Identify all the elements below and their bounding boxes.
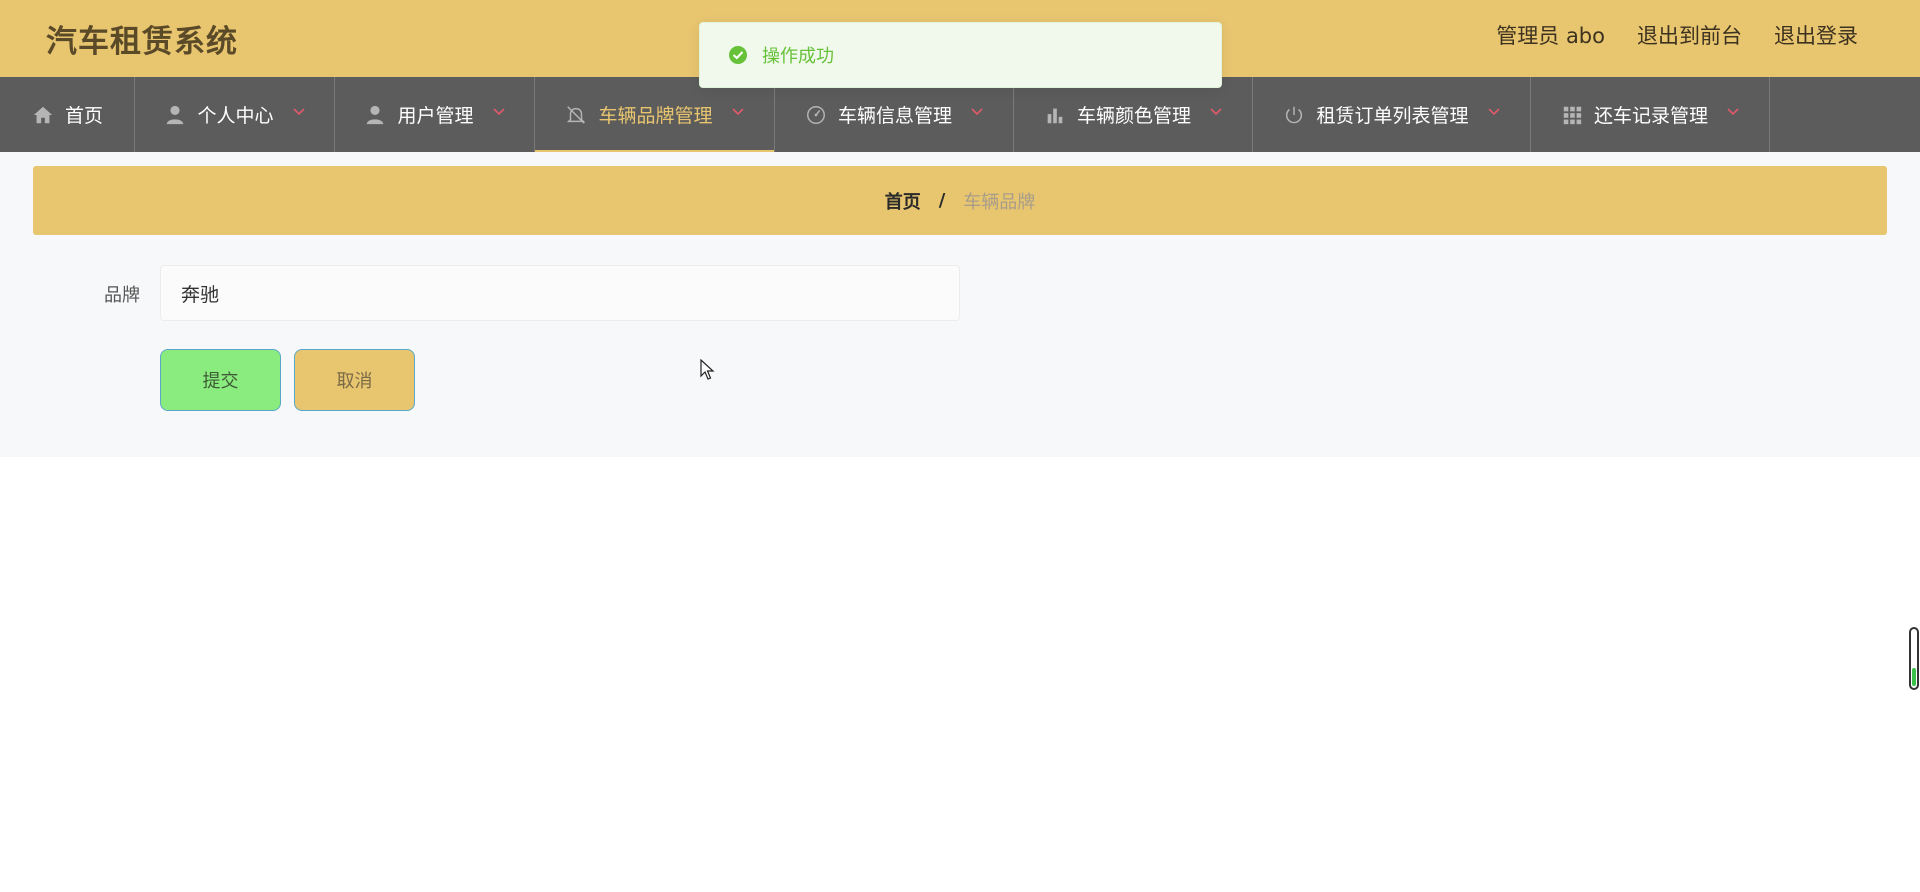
brand-input[interactable]: [160, 265, 960, 321]
chevron-down-icon: [971, 107, 983, 115]
nav-label: 车辆颜色管理: [1076, 105, 1191, 127]
breadcrumb-current: 车辆品牌: [963, 191, 1036, 213]
grid-icon: [1560, 103, 1584, 127]
exit-to-frontend-link[interactable]: 退出到前台: [1637, 20, 1742, 50]
nav-item-rental-order-management[interactable]: 租赁订单列表管理: [1253, 77, 1531, 152]
nav-label: 租赁订单列表管理: [1316, 105, 1469, 127]
nav-label: 车辆信息管理: [837, 105, 952, 127]
dashboard-icon: [804, 103, 828, 127]
breadcrumb-separator: /: [938, 190, 946, 211]
toast-message: 操作成功: [762, 46, 834, 67]
current-user: 管理员 abo: [1496, 24, 1605, 48]
submit-button[interactable]: 提交: [160, 349, 281, 411]
app-title: 汽车租赁系统: [46, 24, 238, 60]
header-actions: 管理员 abo 退出到前台 退出登录: [1496, 20, 1858, 50]
main-content: 首页 / 车辆品牌 品牌 提交 取消: [0, 152, 1920, 457]
bell-off-icon: [564, 103, 588, 127]
scrollbar[interactable]: [1909, 627, 1919, 690]
breadcrumb: 首页 / 车辆品牌: [33, 166, 1887, 235]
nav-label: 个人中心: [197, 105, 274, 127]
bar-chart-icon: [1043, 103, 1067, 127]
chevron-down-icon: [492, 107, 505, 115]
cancel-button[interactable]: 取消: [294, 349, 415, 411]
nav-label: 首页: [64, 105, 103, 127]
breadcrumb-home[interactable]: 首页: [885, 188, 921, 214]
chevron-down-icon: [731, 107, 744, 115]
nav-label: 还车记录管理: [1593, 105, 1708, 127]
nav-item-vehicle-color-management[interactable]: 车辆颜色管理: [1014, 77, 1253, 152]
nav-label: 车辆品牌管理: [598, 105, 713, 127]
nav-label: 用户管理: [397, 105, 474, 127]
nav-item-vehicle-info-management[interactable]: 车辆信息管理: [775, 77, 1014, 152]
power-icon: [1282, 103, 1306, 127]
logout-link[interactable]: 退出登录: [1774, 20, 1858, 50]
nav-item-home[interactable]: 首页: [0, 77, 135, 152]
chevron-down-icon: [1487, 107, 1500, 115]
nav-item-brand-management[interactable]: 车辆品牌管理: [535, 77, 775, 152]
chevron-down-icon: [1210, 107, 1222, 115]
nav-item-return-record-management[interactable]: 还车记录管理: [1531, 77, 1770, 152]
main-nav: 首页 个人中心 用户管理 车辆品牌管理 车辆信息管理 车辆颜色管理 租赁订单列表…: [0, 77, 1920, 152]
user-icon: [363, 103, 387, 127]
brand-label: 品牌: [104, 285, 140, 306]
mouse-cursor-icon: [700, 359, 715, 380]
success-toast: 操作成功: [699, 22, 1222, 88]
nav-item-personal-center[interactable]: 个人中心: [135, 77, 335, 152]
nav-item-user-management[interactable]: 用户管理: [335, 77, 535, 152]
success-check-icon: [729, 46, 747, 64]
scrollbar-thumb[interactable]: [1912, 668, 1916, 686]
home-icon: [31, 103, 55, 127]
chevron-down-icon: [1727, 107, 1739, 115]
chevron-down-icon: [292, 107, 305, 115]
user-icon: [163, 103, 187, 127]
